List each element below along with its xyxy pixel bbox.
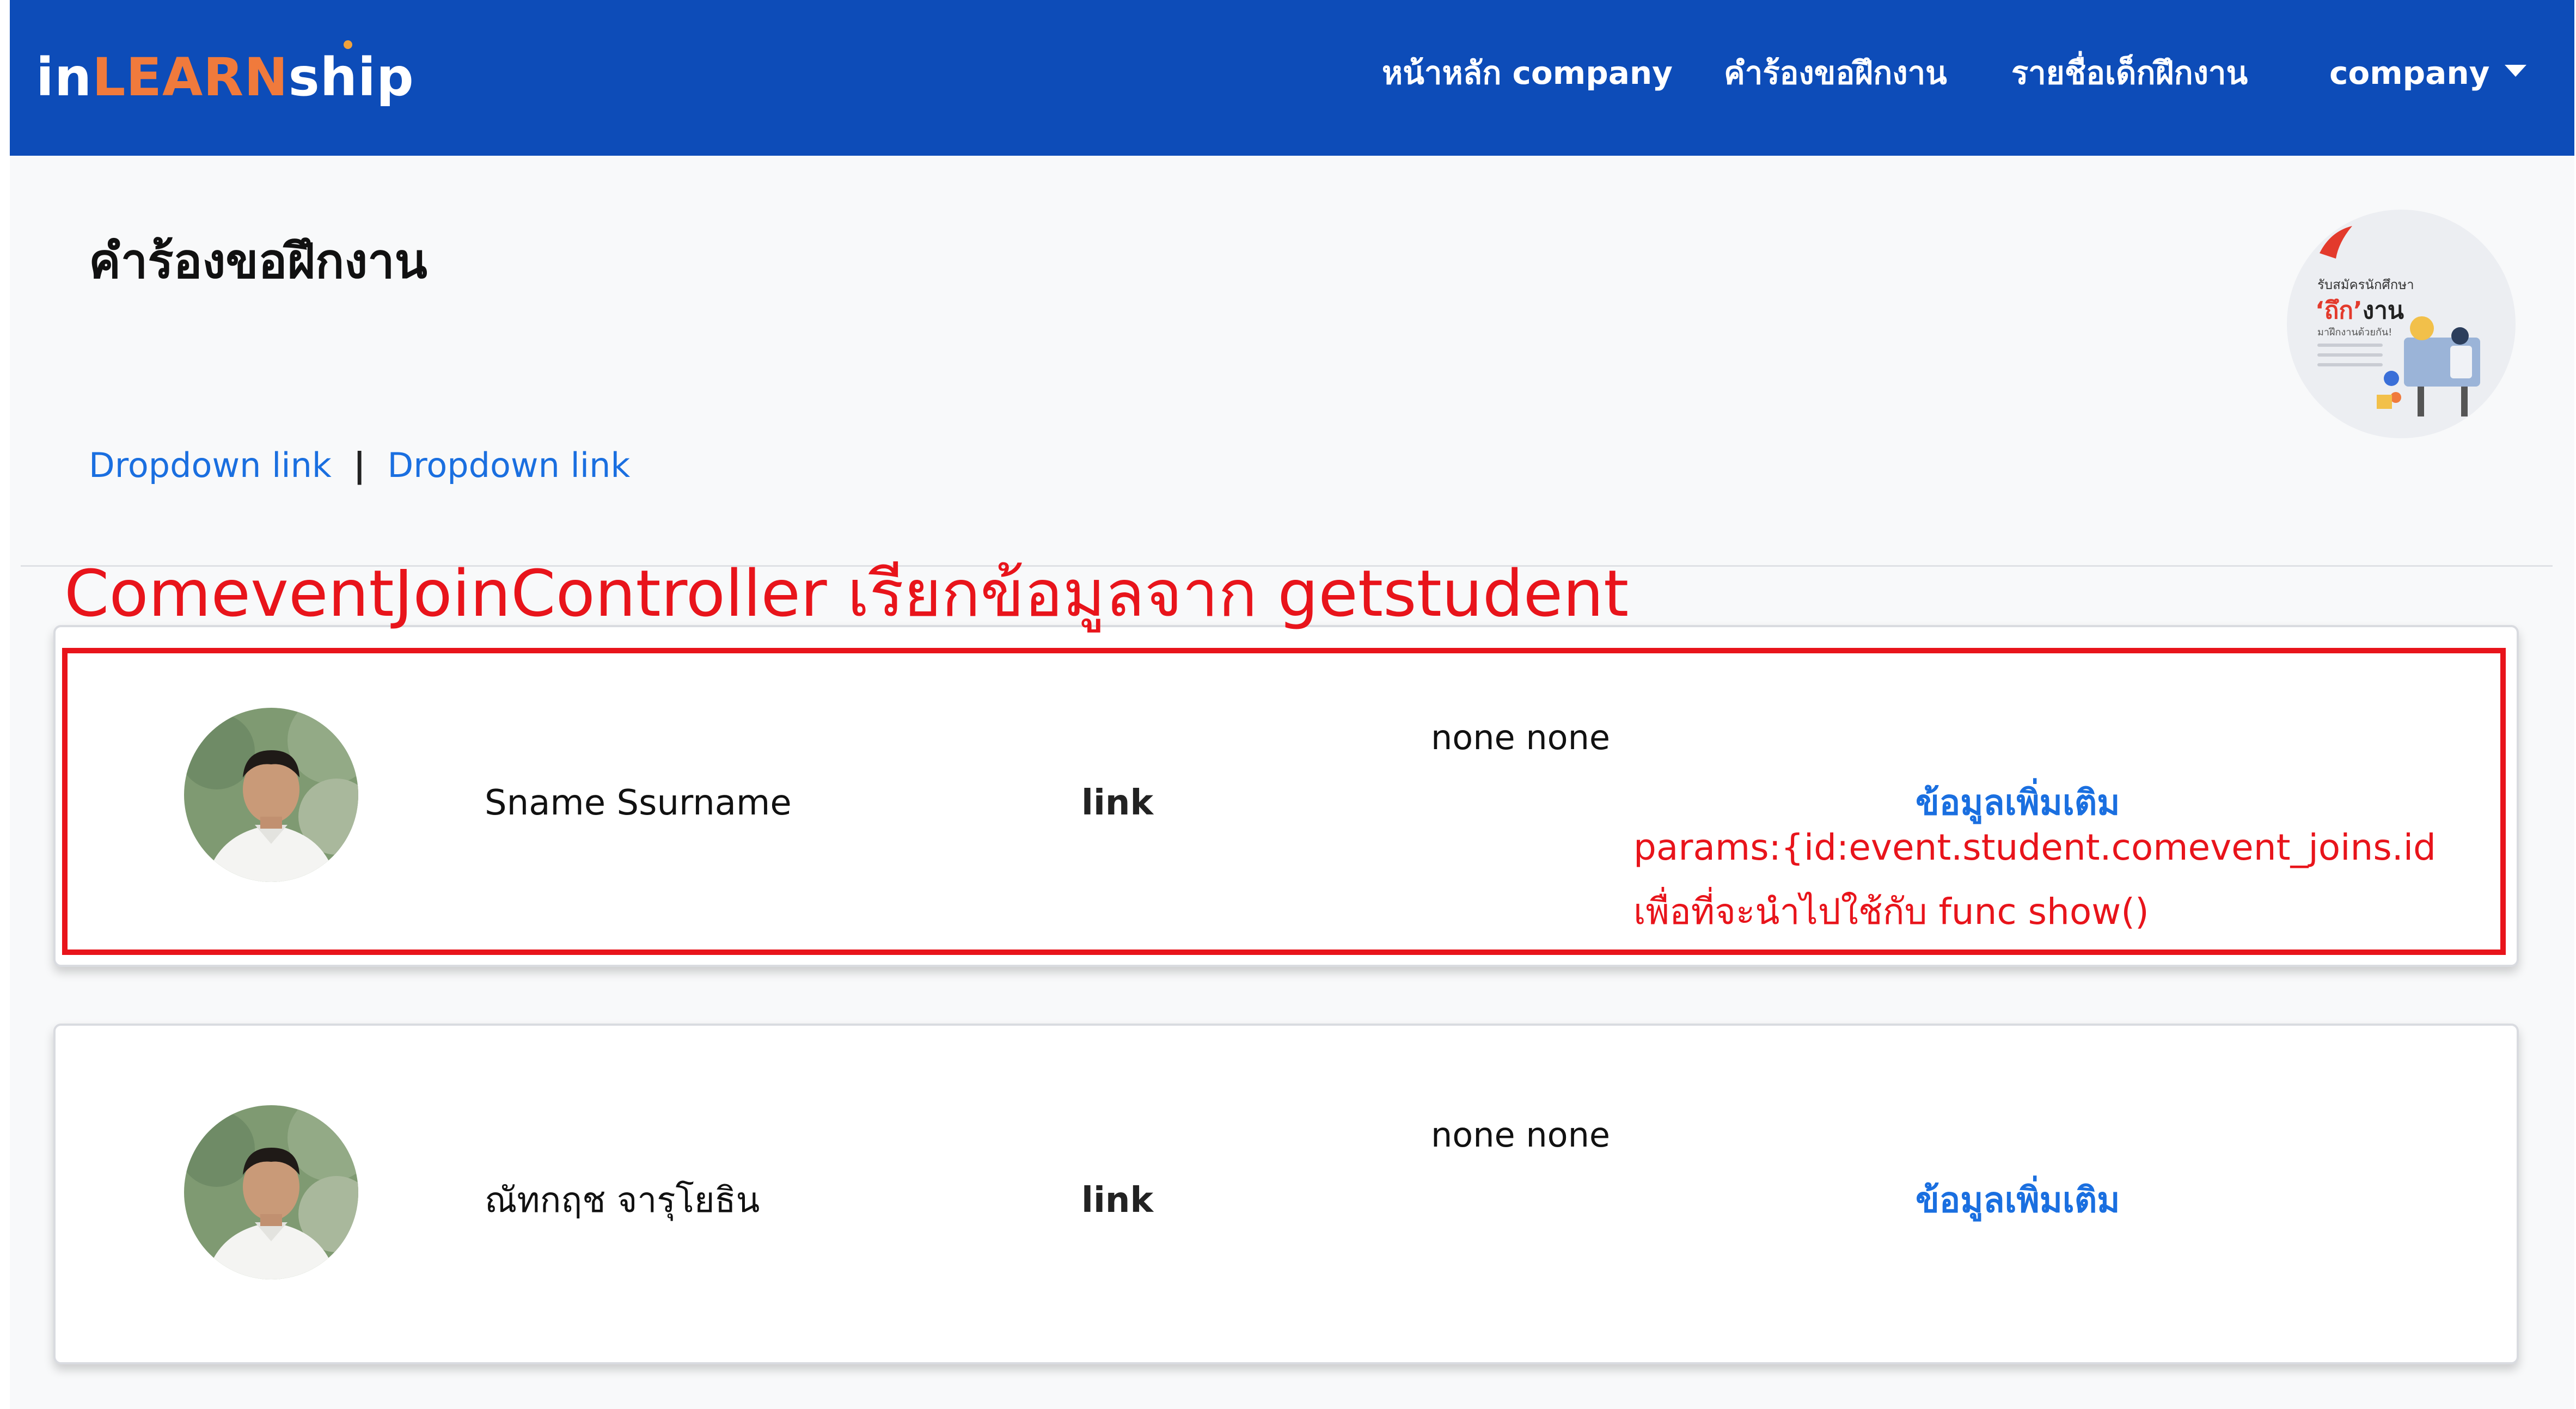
app-frame: inLEARNship หน้าหลัก company คำร้องขอฝึก… <box>10 0 2574 1409</box>
page-title: คำร้องขอฝึกงาน <box>89 233 427 289</box>
student-photo <box>184 1105 358 1279</box>
nav-company-dropdown[interactable]: company <box>2329 51 2527 95</box>
brand-text-learn: LEARN <box>92 47 289 108</box>
link-separator: | <box>353 445 366 485</box>
annotation-usage: เพื่อที่จะนำไปใช้กับ func show() <box>1633 891 2149 933</box>
annotation-title: ComeventJoinController เรียกข้อมูลจาก ge… <box>64 556 1629 631</box>
nav-internship-requests[interactable]: คำร้องขอฝึกงาน <box>1724 51 1947 95</box>
chevron-down-icon <box>2505 64 2527 77</box>
dropdown-link-2[interactable]: Dropdown link <box>387 445 630 485</box>
student-avatar <box>184 708 358 882</box>
nav-company-home[interactable]: หน้าหลัก company <box>1382 51 1673 95</box>
nav-intern-list[interactable]: รายชื่อเด็กฝึกงาน <box>2011 51 2248 95</box>
student-photo <box>184 708 358 882</box>
brand-logo[interactable]: inLEARNship <box>36 34 414 121</box>
dropdown-link-1[interactable]: Dropdown link <box>89 445 332 485</box>
brand-text-ship: ship <box>288 47 414 108</box>
student-status: none none <box>1431 1115 1611 1155</box>
nav-company-label: company <box>2329 54 2490 91</box>
promo-bullet-lines <box>2317 344 2383 373</box>
student-avatar <box>184 1105 358 1279</box>
dropdown-links: Dropdown link | Dropdown link <box>89 441 630 490</box>
student-link[interactable]: link <box>1081 779 1153 828</box>
brand-dot-icon <box>344 40 352 49</box>
top-navbar: inLEARNship หน้าหลัก company คำร้องขอฝึก… <box>10 0 2574 156</box>
annotation-params: params:{id:event.student.comevent_joins.… <box>1633 826 2436 868</box>
student-link[interactable]: link <box>1081 1176 1153 1225</box>
student-name: Sname Ssurname <box>485 783 792 823</box>
company-promo-image: รับสมัครนักศึกษา ‘ถึก’งาน มาฝึกงานด้วยกั… <box>2287 210 2516 438</box>
brand-text-in: in <box>36 47 93 108</box>
promo-text-line3: มาฝึกงานด้วยกัน! <box>2317 327 2393 338</box>
promo-text-quoted: ‘ถึก’ <box>2315 297 2363 324</box>
student-request-card <box>53 1024 2519 1364</box>
student-name: ณัทกฤช จารุโยธิน <box>485 1180 760 1221</box>
student-status: none none <box>1431 718 1611 757</box>
more-info-link[interactable]: ข้อมูลเพิ่มเติม <box>1916 779 2120 828</box>
more-info-link[interactable]: ข้อมูลเพิ่มเติม <box>1916 1176 2120 1225</box>
promo-text-rest: งาน <box>2362 297 2404 324</box>
